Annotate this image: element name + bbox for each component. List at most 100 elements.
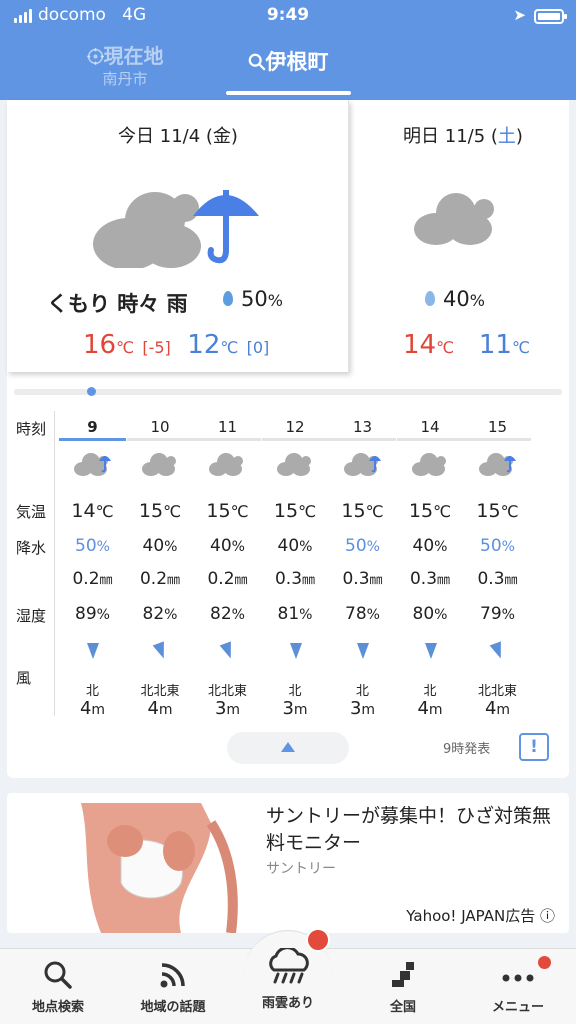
hour-precip: 40%: [210, 536, 245, 556]
hour-amount: 0.3㎜: [477, 569, 518, 589]
label-time: 時刻: [16, 420, 47, 438]
hour-label: 14: [420, 418, 440, 436]
wind-arrow-icon: [557, 641, 574, 660]
hour-temp: 15℃: [408, 500, 452, 522]
hour-underline: [59, 438, 126, 441]
hour-wind-direction: 北北東: [207, 684, 247, 699]
hour-label: 11: [217, 418, 238, 436]
japan-map-icon: [392, 962, 414, 987]
hour-amount: 0.2㎜: [139, 569, 181, 589]
hour-wind-direction: 北北東: [477, 684, 517, 699]
wind-arrow-icon: [424, 643, 437, 659]
nav-rain-radar[interactable]: 雨雲あり: [238, 948, 338, 1011]
hour-underline: [126, 438, 194, 441]
search-icon: [248, 53, 265, 71]
tomorrow-precip: 40%: [425, 287, 485, 311]
hour-temp: 14℃: [543, 500, 569, 522]
info-icon[interactable]: ⓘ: [540, 907, 555, 925]
ad-label: Yahoo! JAPAN広告 ⓘ: [406, 907, 555, 925]
tomorrow-date: 明日 11/5 (土): [403, 126, 523, 147]
tab-current-location[interactable]: 現在地 南丹市: [60, 40, 190, 89]
hour-wind-speed: 4m: [147, 698, 173, 719]
raindrop-icon: [223, 290, 233, 306]
hour-wind-speed: 4m: [79, 698, 106, 719]
cloud-umbrella-icon: [344, 453, 381, 476]
nav-topics[interactable]: 地域の話題: [123, 960, 223, 1015]
search-icon: [44, 961, 72, 989]
cloud-umbrella-icon: [93, 190, 259, 268]
hour-temp: 15℃: [341, 500, 384, 522]
ad-image: [81, 803, 238, 933]
hour-wind-direction: 北: [423, 684, 437, 699]
cloud-icon: [546, 449, 576, 479]
hour-underline: [396, 438, 464, 441]
cloud-icon: [411, 453, 446, 476]
hour-precip: 40%: [277, 536, 313, 556]
app-header: docomo 4G 9:49 ➤ 現在地 南丹市 伊根町: [0, 0, 576, 100]
umbrella-badge-icon: [306, 928, 330, 952]
today-condition: くもり 時々 雨: [47, 292, 188, 316]
ad-banner[interactable]: サントリーが募集中！ひざ対策無料モニター サントリー Yahoo! JAPAN広…: [7, 793, 569, 933]
battery-icon: [534, 9, 567, 24]
tomorrow-temps: 14℃ 11℃: [403, 330, 530, 360]
tab-selected-location[interactable]: 伊根町: [228, 46, 348, 76]
hour-wind-speed: 3m: [282, 698, 308, 719]
notification-dot: [538, 956, 551, 969]
wind-arrow-icon: [489, 641, 507, 661]
today-date: 今日 11/4 (金): [118, 126, 238, 147]
hour-precip: 50%: [480, 536, 515, 556]
ad-title: サントリーが募集中！ひざ対策無料モニター: [266, 805, 552, 854]
hour-temp: 14℃: [71, 500, 114, 522]
hour-precip: 40%: [142, 536, 178, 556]
clock: 9:49: [266, 5, 310, 25]
hour-amount: 0.3㎜: [274, 569, 316, 589]
hour-wind-direction: 北: [288, 684, 302, 699]
hour-label: 9: [87, 418, 98, 436]
tab-indicator: [226, 91, 351, 95]
today-panel[interactable]: 今日 11/4 (金) くもり 時々 雨 50% 16℃ [-5] 12℃ [0…: [7, 100, 349, 372]
hourly-scroll-thumb[interactable]: [87, 387, 96, 396]
raindrop-icon: [425, 290, 435, 306]
hour-wind-speed: 3m: [349, 698, 376, 719]
hour-humidity: 82%: [210, 604, 245, 624]
hourly-scrollbar[interactable]: [14, 389, 562, 395]
label-temp: 気温: [16, 503, 47, 521]
hour-wind-direction: 北北: [551, 684, 576, 699]
cloud-icon: [276, 453, 311, 476]
hour-label: 13: [352, 418, 373, 436]
hour-amount: 0.2㎜: [207, 569, 248, 589]
hour-humidity: 79%: [480, 604, 515, 624]
cloud-umbrella-icon: [479, 453, 516, 476]
hour-humidity: 81%: [547, 604, 570, 624]
hour-underline: [329, 438, 396, 441]
wind-arrow-icon: [289, 643, 302, 659]
hour-label: 16: [555, 418, 575, 436]
report-button[interactable]: !: [519, 733, 549, 761]
hour-wind-direction: 北: [355, 684, 369, 699]
hour-humidity: 78%: [345, 604, 380, 624]
hour-precip: 40%: [412, 536, 448, 556]
hour-temp: 15℃: [206, 500, 249, 522]
hour-wind-speed: 3m: [214, 698, 241, 719]
today-precip: 50%: [223, 287, 283, 311]
nav-search[interactable]: 地点検索: [8, 960, 108, 1015]
forecast-card: 今日 11/4 (金) くもり 時々 雨 50% 16℃ [-5] 12℃ [0…: [7, 100, 569, 778]
nav-national[interactable]: 全国: [353, 960, 453, 1015]
hour-amount: 0.2㎜: [72, 569, 113, 589]
feed-icon: [160, 963, 185, 988]
hour-wind-speed: 4m: [417, 698, 443, 719]
today-temps: 16℃ [-5] 12℃ [0]: [83, 330, 270, 360]
hour-precip: 50%: [345, 536, 380, 556]
hour-humidity: 89%: [75, 604, 110, 624]
hour-label: 12: [285, 418, 305, 436]
hour-wind-direction: 北北東: [140, 684, 180, 699]
hour-underline: [532, 438, 576, 441]
hour-wind-speed: 4m: [552, 698, 576, 719]
hour-humidity: 80%: [412, 604, 448, 624]
nav-menu[interactable]: メニュー: [468, 960, 568, 1015]
label-precip: 降水: [16, 539, 47, 557]
wind-arrow-icon: [87, 643, 99, 659]
label-wind: 風: [16, 669, 32, 687]
hour-wind-direction: 北: [85, 684, 99, 699]
collapse-button[interactable]: [227, 732, 349, 764]
